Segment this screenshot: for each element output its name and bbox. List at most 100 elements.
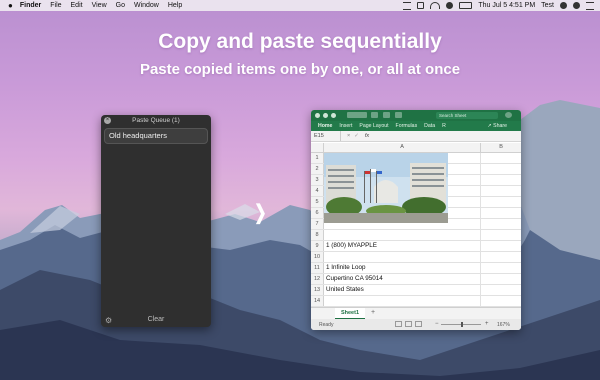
table-row: 8 xyxy=(311,230,521,241)
zoom-slider-handle[interactable] xyxy=(461,322,463,327)
tab-insert[interactable]: Insert xyxy=(339,123,352,129)
select-all-corner[interactable] xyxy=(311,143,324,152)
siri-icon[interactable] xyxy=(573,2,580,9)
row-number[interactable]: 13 xyxy=(311,285,324,295)
queue-item[interactable]: Old headquarters xyxy=(104,128,208,144)
building-photo[interactable] xyxy=(324,153,448,223)
cell-a[interactable]: 1 (800) MYAPPLE xyxy=(324,241,481,251)
cell-b[interactable] xyxy=(481,241,521,251)
row-number[interactable]: 9 xyxy=(311,241,324,251)
cell-b[interactable] xyxy=(481,230,521,240)
toolbar-autosave[interactable] xyxy=(347,112,367,118)
window-zoom-icon[interactable] xyxy=(331,113,336,118)
menu-go[interactable]: Go xyxy=(116,2,125,9)
row-number[interactable]: 1 xyxy=(311,153,324,163)
cell-a[interactable]: 1 Infinite Loop xyxy=(324,263,481,273)
cell-a[interactable]: United States xyxy=(324,285,481,295)
sheet-tab-sheet1[interactable]: Sheet1 xyxy=(335,308,365,319)
cell-b[interactable] xyxy=(481,153,521,163)
cell-b[interactable] xyxy=(481,285,521,295)
clear-button[interactable]: Clear xyxy=(101,316,211,323)
cell-b[interactable] xyxy=(481,186,521,196)
table-row: 91 (800) MYAPPLE xyxy=(311,241,521,252)
zoom-level[interactable]: 167% xyxy=(497,322,510,328)
confirm-icon[interactable]: ✓ xyxy=(354,133,359,139)
row-number[interactable]: 12 xyxy=(311,274,324,284)
wifi-icon[interactable] xyxy=(430,2,441,9)
pastebot-menu-icon[interactable] xyxy=(403,1,412,10)
cell-b[interactable] xyxy=(481,252,521,262)
row-number[interactable]: 8 xyxy=(311,230,324,240)
notification-center-icon[interactable] xyxy=(586,1,594,10)
cell-b[interactable] xyxy=(481,175,521,185)
chevron-right-icon: ❯ xyxy=(254,202,267,224)
row-number[interactable]: 6 xyxy=(311,208,324,218)
zoom-in-icon[interactable]: + xyxy=(485,321,489,327)
tab-review[interactable]: R xyxy=(442,123,446,129)
apple-menu-icon[interactable]: ● xyxy=(8,1,13,10)
menu-help[interactable]: Help xyxy=(168,2,182,9)
cell-b[interactable] xyxy=(481,219,521,229)
volume-icon[interactable] xyxy=(446,2,454,9)
tab-data[interactable]: Data xyxy=(424,123,435,129)
account-icon[interactable] xyxy=(505,112,512,118)
cell-b[interactable] xyxy=(481,197,521,207)
window-close-icon[interactable] xyxy=(315,113,320,118)
row-number[interactable]: 14 xyxy=(311,296,324,306)
cell-b[interactable] xyxy=(481,296,521,306)
headline-title: Copy and paste sequentially xyxy=(158,30,442,53)
status-bar: Ready − + 167% xyxy=(311,319,521,330)
column-header-a[interactable]: A xyxy=(324,143,482,152)
page-layout-view-icon[interactable] xyxy=(405,321,412,327)
menu-file[interactable]: File xyxy=(50,2,61,9)
cell-a[interactable] xyxy=(324,252,481,262)
tab-page-layout[interactable]: Page Layout xyxy=(359,123,388,129)
formula-bar: E15 × ✓ fx xyxy=(311,131,521,142)
menu-bar: ● Finder File Edit View Go Window Help T… xyxy=(0,0,600,11)
page-break-view-icon[interactable] xyxy=(415,321,422,327)
column-header-row: A B xyxy=(311,143,521,153)
menu-edit[interactable]: Edit xyxy=(71,2,83,9)
paste-queue-title: Paste Queue (1) xyxy=(132,117,180,124)
share-button[interactable]: ↗ Share xyxy=(487,121,507,131)
menu-window[interactable]: Window xyxy=(134,2,159,9)
user-name[interactable]: Test xyxy=(541,2,554,9)
spotlight-icon[interactable] xyxy=(560,2,567,9)
cell-a[interactable] xyxy=(324,230,481,240)
row-number[interactable]: 11 xyxy=(311,263,324,273)
menu-view[interactable]: View xyxy=(92,2,107,9)
cell-b[interactable] xyxy=(481,263,521,273)
normal-view-icon[interactable] xyxy=(395,321,402,327)
save-icon[interactable] xyxy=(371,112,378,118)
cell-a[interactable] xyxy=(324,296,481,306)
redo-icon[interactable] xyxy=(395,112,402,118)
cell-b[interactable] xyxy=(481,274,521,284)
column-header-b[interactable]: B xyxy=(481,143,521,152)
cell-b[interactable] xyxy=(481,208,521,218)
battery-icon[interactable] xyxy=(459,2,473,9)
airplay-icon[interactable] xyxy=(417,2,425,9)
paste-queue-titlebar: × Paste Queue (1) xyxy=(101,115,211,126)
zoom-out-icon[interactable]: − xyxy=(435,321,439,327)
window-minimize-icon[interactable] xyxy=(323,113,328,118)
undo-icon[interactable] xyxy=(383,112,390,118)
cancel-icon[interactable]: × xyxy=(347,133,350,139)
fx-label[interactable]: fx xyxy=(365,133,369,139)
row-number[interactable]: 5 xyxy=(311,197,324,207)
tab-home[interactable]: Home xyxy=(318,123,332,129)
tab-formulas[interactable]: Formulas xyxy=(396,123,418,129)
cell-b[interactable] xyxy=(481,164,521,174)
row-number[interactable]: 3 xyxy=(311,175,324,185)
row-number[interactable]: 7 xyxy=(311,219,324,229)
search-sheet-input[interactable]: Search Sheet xyxy=(436,112,498,119)
clock[interactable]: Thu Jul 5 4:51 PM xyxy=(478,2,535,9)
row-number[interactable]: 10 xyxy=(311,252,324,262)
cell-a[interactable]: Cupertino CA 95014 xyxy=(324,274,481,284)
cell-reference-box[interactable]: E15 xyxy=(311,131,341,141)
row-number[interactable]: 2 xyxy=(311,164,324,174)
add-sheet-icon[interactable]: + xyxy=(371,308,375,318)
row-number[interactable]: 4 xyxy=(311,186,324,196)
menu-finder[interactable]: Finder xyxy=(20,2,41,9)
close-icon[interactable]: × xyxy=(104,117,111,124)
table-row: 10 xyxy=(311,252,521,263)
